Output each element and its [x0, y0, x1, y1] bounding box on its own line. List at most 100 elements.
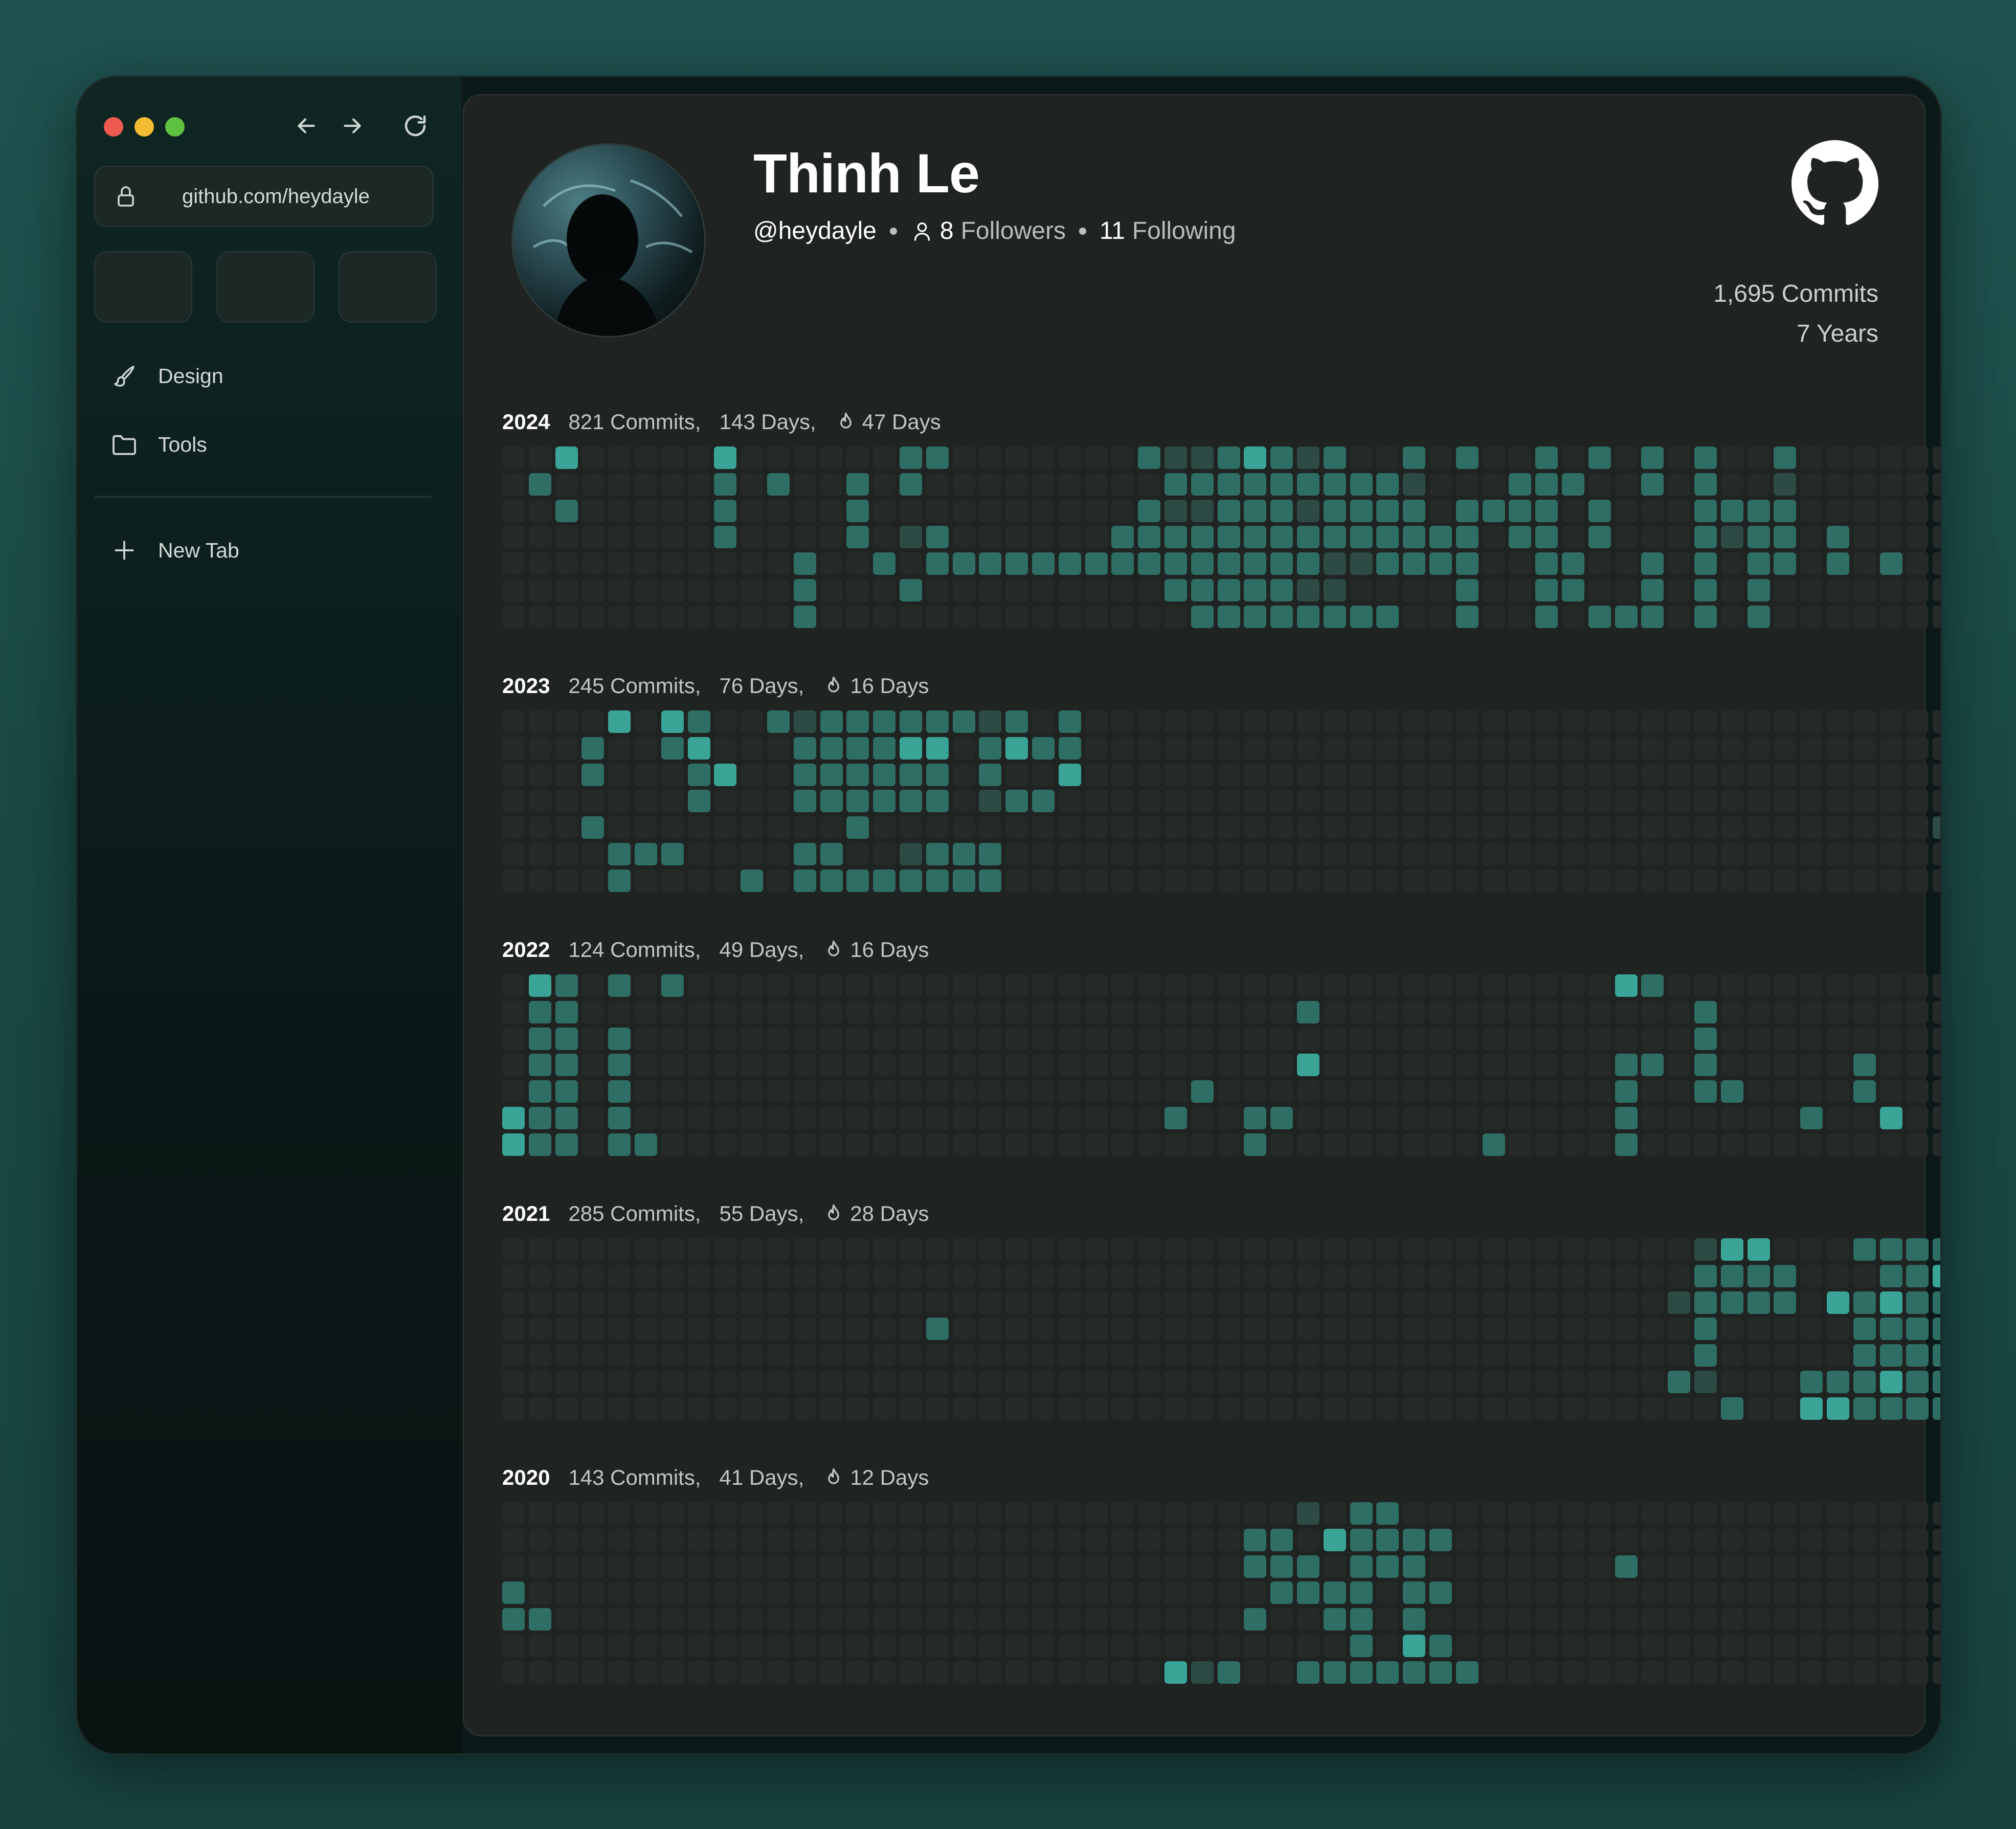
contribution-cell[interactable] — [1774, 1028, 1796, 1050]
contribution-cell[interactable] — [635, 843, 657, 865]
contribution-cell[interactable] — [529, 1318, 551, 1340]
contribution-cell[interactable] — [1350, 816, 1373, 839]
contribution-cell[interactable] — [1376, 552, 1399, 575]
contribution-cell[interactable] — [1880, 1318, 1902, 1340]
contribution-cell[interactable] — [1270, 1397, 1293, 1420]
contribution-cell[interactable] — [1059, 1291, 1081, 1314]
contribution-cell[interactable] — [741, 1608, 763, 1631]
contribution-cell[interactable] — [581, 1581, 604, 1604]
contribution-cell[interactable] — [1668, 1344, 1690, 1367]
contribution-cell[interactable] — [1111, 606, 1134, 628]
contribution-cell[interactable] — [979, 1371, 1001, 1393]
contribution-cell[interactable] — [1244, 869, 1266, 892]
contribution-cell[interactable] — [1641, 710, 1664, 733]
contribution-cell[interactable] — [1059, 606, 1081, 628]
contribution-cell[interactable] — [714, 974, 736, 997]
contribution-cell[interactable] — [1376, 1291, 1399, 1314]
contribution-cell[interactable] — [979, 1265, 1001, 1287]
contribution-cell[interactable] — [953, 1107, 975, 1129]
contribution-cell[interactable] — [1244, 1581, 1266, 1604]
contribution-cell[interactable] — [1376, 1555, 1399, 1578]
contribution-cell[interactable] — [926, 1529, 949, 1551]
contribution-cell[interactable] — [555, 1581, 578, 1604]
contribution-cell[interactable] — [502, 1502, 525, 1525]
contribution-cell[interactable] — [555, 1318, 578, 1340]
contribution-cell[interactable] — [1721, 869, 1743, 892]
contribution-cell[interactable] — [1059, 1238, 1081, 1261]
contribution-cell[interactable] — [1111, 790, 1134, 812]
contribution-cell[interactable] — [1350, 764, 1373, 786]
contribution-cell[interactable] — [688, 710, 710, 733]
contribution-cell[interactable] — [1085, 1344, 1108, 1367]
contribution-cell[interactable] — [926, 1054, 949, 1076]
contribution-cell[interactable] — [1562, 843, 1584, 865]
contribution-cell[interactable] — [1164, 710, 1187, 733]
contribution-cell[interactable] — [1827, 552, 1849, 575]
contribution-cell[interactable] — [1748, 1107, 1770, 1129]
contribution-cell[interactable] — [1827, 1080, 1849, 1103]
contribution-cell[interactable] — [767, 1529, 790, 1551]
contribution-cell[interactable] — [873, 1238, 895, 1261]
contribution-cell[interactable] — [979, 1107, 1001, 1129]
contribution-cell[interactable] — [1535, 1318, 1558, 1340]
contribution-cell[interactable] — [1748, 1344, 1770, 1367]
contribution-cell[interactable] — [688, 1635, 710, 1657]
contribution-cell[interactable] — [846, 1080, 869, 1103]
contribution-cell[interactable] — [1615, 790, 1638, 812]
contribution-cell[interactable] — [1297, 1555, 1319, 1578]
contribution-cell[interactable] — [581, 816, 604, 839]
contribution-cell[interactable] — [1588, 816, 1611, 839]
contribution-cell[interactable] — [1059, 974, 1081, 997]
contribution-cell[interactable] — [820, 1581, 843, 1604]
contribution-cell[interactable] — [1721, 526, 1743, 548]
contribution-cell[interactable] — [714, 606, 736, 628]
contribution-cell[interactable] — [1270, 1581, 1293, 1604]
contribution-cell[interactable] — [1191, 579, 1214, 601]
contribution-cell[interactable] — [741, 1080, 763, 1103]
contribution-cell[interactable] — [688, 1608, 710, 1631]
contribution-cell[interactable] — [1005, 579, 1028, 601]
contribution-cell[interactable] — [1483, 1001, 1505, 1023]
contribution-cell[interactable] — [1164, 1581, 1187, 1604]
contribution-cell[interactable] — [767, 1344, 790, 1367]
contribution-cell[interactable] — [1509, 1265, 1531, 1287]
contribution-cell[interactable] — [555, 1502, 578, 1525]
contribution-cell[interactable] — [1906, 1107, 1929, 1129]
contribution-cell[interactable] — [1138, 816, 1160, 839]
contribution-cell[interactable] — [1588, 1635, 1611, 1657]
contribution-cell[interactable] — [1880, 500, 1902, 522]
contribution-cell[interactable] — [846, 1001, 869, 1023]
contribution-cell[interactable] — [1721, 1238, 1743, 1261]
contribution-cell[interactable] — [581, 1001, 604, 1023]
contribution-cell[interactable] — [1244, 1502, 1266, 1525]
contribution-cell[interactable] — [608, 1529, 631, 1551]
contribution-cell[interactable] — [502, 816, 525, 839]
contribution-cell[interactable] — [1297, 1291, 1319, 1314]
contribution-cell[interactable] — [1376, 1529, 1399, 1551]
contribution-cell[interactable] — [1535, 1133, 1558, 1156]
contribution-cell[interactable] — [1164, 1371, 1187, 1393]
contribution-cell[interactable] — [1111, 1291, 1134, 1314]
contribution-cell[interactable] — [1032, 526, 1055, 548]
contribution-cell[interactable] — [1853, 710, 1876, 733]
contribution-cell[interactable] — [926, 1371, 949, 1393]
contribution-cell[interactable] — [1244, 447, 1266, 469]
contribution-cell[interactable] — [714, 1054, 736, 1076]
contribution-cell[interactable] — [767, 447, 790, 469]
contribution-cell[interactable] — [820, 1397, 843, 1420]
contribution-cell[interactable] — [1350, 1397, 1373, 1420]
contribution-cell[interactable] — [529, 710, 551, 733]
contribution-cell[interactable] — [1032, 1291, 1055, 1314]
maximize-window-button[interactable] — [165, 117, 185, 137]
contribution-cell[interactable] — [1774, 869, 1796, 892]
contribution-cell[interactable] — [1906, 1265, 1929, 1287]
contribution-cell[interactable] — [1059, 552, 1081, 575]
contribution-cell[interactable] — [1059, 447, 1081, 469]
contribution-cell[interactable] — [1748, 1265, 1770, 1287]
contribution-cell[interactable] — [1456, 1001, 1479, 1023]
contribution-cell[interactable] — [953, 1371, 975, 1393]
contribution-cell[interactable] — [979, 1318, 1001, 1340]
contribution-cell[interactable] — [529, 1054, 551, 1076]
contribution-cell[interactable] — [1748, 1397, 1770, 1420]
contribution-cell[interactable] — [820, 843, 843, 865]
